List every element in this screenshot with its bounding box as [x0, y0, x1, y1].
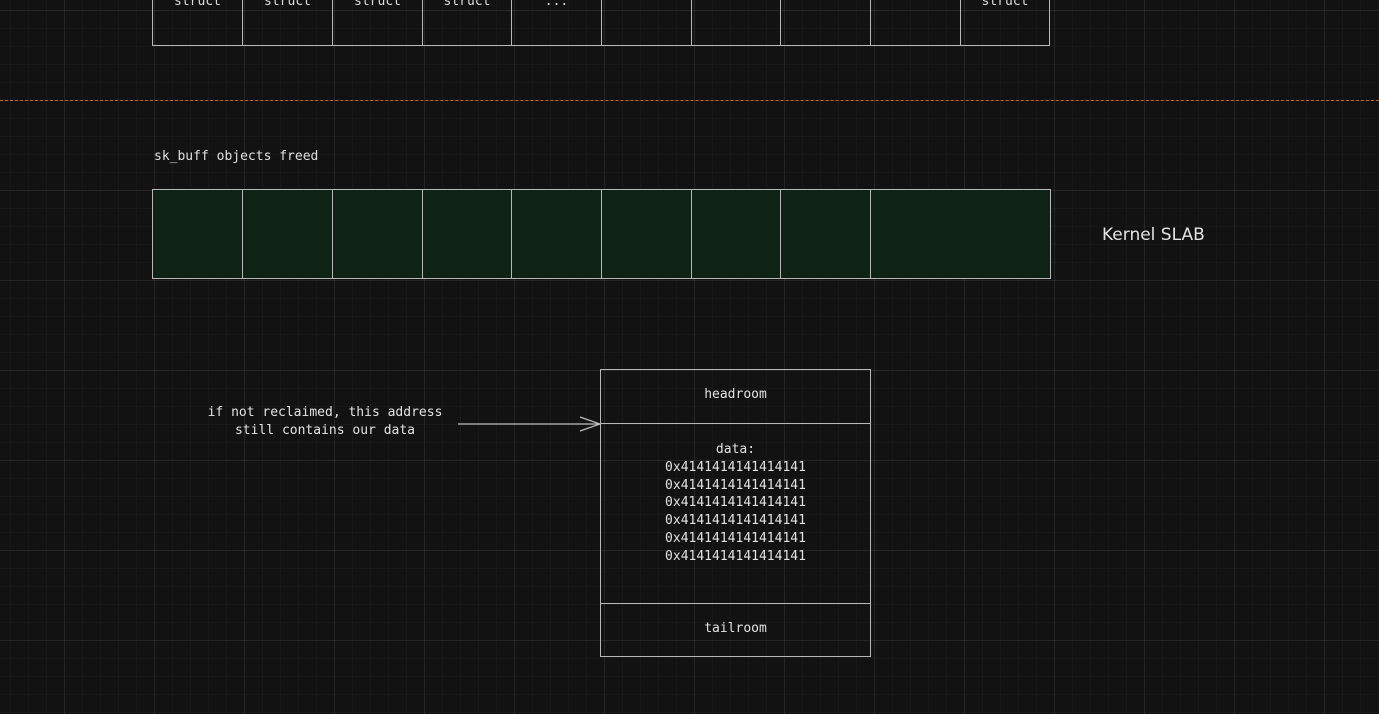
cell-label: struct	[981, 0, 1029, 9]
memory-cell: ...	[511, 0, 602, 46]
annotation-note: if not reclaimed, this address still con…	[195, 404, 455, 440]
data-value: 0x4141414141414141	[665, 477, 806, 493]
slab-object	[332, 189, 423, 279]
data-section: data: 0x4141414141414141 0x4141414141414…	[601, 424, 870, 604]
slab-object	[691, 189, 781, 279]
cell-label: ...	[544, 0, 569, 9]
data-value: 0x4141414141414141	[665, 548, 806, 564]
memory-cell: struct	[422, 0, 512, 46]
cell-label: struct	[174, 0, 221, 9]
annotation-line: if not reclaimed, this address	[207, 405, 443, 420]
memory-cell: struct	[960, 0, 1050, 46]
slab-object	[422, 189, 512, 279]
kernel-slab-row	[152, 189, 1051, 279]
memory-cell: struct	[332, 0, 423, 46]
memory-cell	[691, 0, 781, 46]
freed-objects-label: sk_buff objects freed	[154, 149, 319, 164]
cell-label: struct	[443, 0, 491, 9]
slab-object	[242, 189, 333, 279]
region-divider	[0, 100, 1379, 101]
memory-cell: struct	[242, 0, 333, 46]
memory-cell: struct	[152, 0, 243, 46]
data-value: 0x4141414141414141	[665, 495, 806, 511]
memory-cell	[780, 0, 871, 46]
slab-object	[152, 189, 243, 279]
tailroom-label: tailroom	[704, 621, 767, 636]
headroom-section: headroom	[601, 370, 870, 424]
kernel-slab-label: Kernel SLAB	[1102, 225, 1205, 245]
slab-object	[870, 189, 1051, 279]
data-value: 0x4141414141414141	[665, 459, 806, 475]
annotation-line: still contains our data	[234, 423, 415, 438]
skbuff-structure: headroom data: 0x4141414141414141 0x4141…	[600, 369, 871, 657]
tailroom-section: tailroom	[601, 603, 870, 657]
data-content: data: 0x4141414141414141 0x4141414141414…	[601, 441, 870, 566]
pointer-arrow	[458, 416, 602, 432]
cell-label: struct	[354, 0, 401, 9]
memory-cell	[601, 0, 692, 46]
data-label: data:	[715, 442, 756, 457]
cell-label: struct	[264, 0, 311, 9]
slab-object	[511, 189, 602, 279]
headroom-label: headroom	[704, 387, 767, 402]
data-value: 0x4141414141414141	[665, 513, 806, 529]
slab-object	[780, 189, 871, 279]
memory-cell	[870, 0, 961, 46]
slab-object	[601, 189, 692, 279]
data-value: 0x4141414141414141	[665, 530, 806, 546]
top-memory-row: struct struct struct struct ... struct	[152, 0, 1050, 46]
